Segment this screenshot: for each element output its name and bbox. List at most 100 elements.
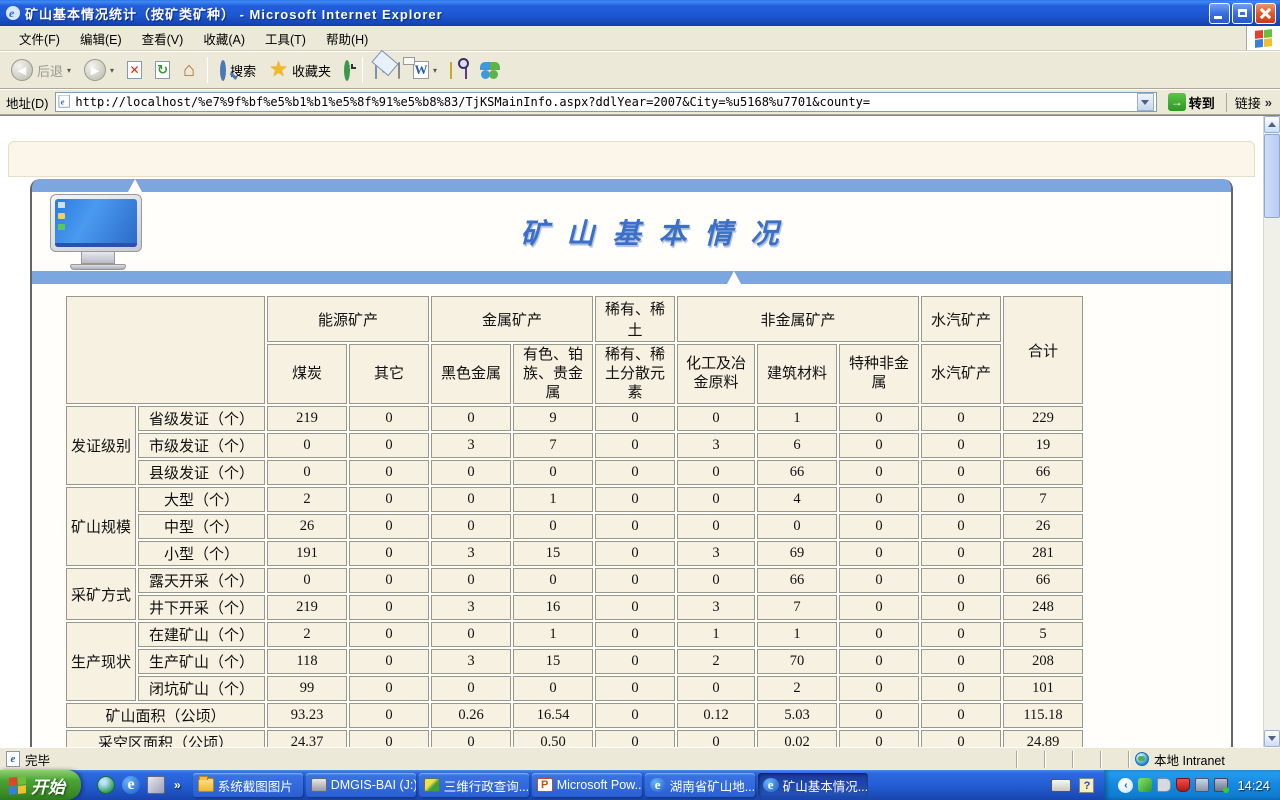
drive-icon — [311, 778, 327, 792]
refresh-button[interactable]: ↻ — [150, 54, 175, 86]
table-row-label: 市级发证（个） — [138, 433, 265, 458]
back-button[interactable]: ◀后退▾ — [6, 54, 76, 86]
history-button[interactable] — [339, 54, 355, 86]
table-cell: 115.18 — [1003, 703, 1083, 728]
table-group-header: 金属矿产 — [431, 296, 593, 342]
close-button[interactable] — [1255, 3, 1276, 24]
table-row-label: 县级发证（个） — [138, 460, 265, 485]
page-main-box: 矿山基本情况 能源矿产金属矿产稀有、稀土非金属矿产水汽矿产合计煤炭其它黑色金属有… — [30, 179, 1233, 747]
table-sub-header: 其它 — [349, 344, 429, 404]
msn-quicklaunch-icon[interactable] — [97, 776, 115, 794]
status-text: 完毕 — [25, 750, 50, 769]
research-button[interactable] — [460, 54, 472, 86]
address-input[interactable]: e http://localhost/%e7%9f%bf%e5%b1%b1%e5… — [55, 92, 1156, 112]
table-cell: 2 — [267, 487, 347, 512]
print-icon — [398, 63, 400, 78]
table-cell: 7 — [513, 433, 593, 458]
tray-display-icon[interactable] — [1195, 778, 1209, 792]
vertical-scrollbar[interactable] — [1263, 116, 1280, 747]
table-cell: 0 — [839, 514, 919, 539]
tray-network-icon[interactable] — [1214, 778, 1228, 792]
scroll-down-button[interactable] — [1264, 730, 1280, 747]
minimize-button[interactable] — [1209, 3, 1230, 24]
menu-item[interactable]: 编辑(E) — [71, 26, 131, 51]
table-cell: 0 — [349, 568, 429, 593]
tray-update-icon[interactable] — [1138, 778, 1152, 792]
go-label: 转到 — [1189, 93, 1215, 112]
table-cell: 0 — [595, 514, 675, 539]
menu-item[interactable]: 帮助(H) — [317, 26, 377, 51]
address-dropdown-button[interactable] — [1137, 93, 1154, 111]
ime-help-icon[interactable]: ? — [1079, 778, 1094, 793]
quick-launch: e » — [91, 770, 189, 800]
tray-collapse-icon[interactable]: ‹ — [1118, 778, 1133, 793]
print-button[interactable] — [393, 54, 405, 86]
table-cell: 0 — [921, 622, 1001, 647]
table-cell: 19 — [1003, 433, 1083, 458]
taskbar-button-label: 系统截图图片 — [218, 776, 293, 795]
table-cell: 0 — [513, 460, 593, 485]
table-cell: 0 — [921, 676, 1001, 701]
table-cell: 0 — [595, 649, 675, 674]
table-row-label: 井下开采（个） — [138, 595, 265, 620]
start-button[interactable]: 开始 — [0, 770, 81, 800]
system-tray: ‹ 14:24 — [1104, 770, 1280, 800]
forward-button[interactable]: ▶▾ — [79, 54, 119, 86]
menu-item[interactable]: 查看(V) — [133, 26, 193, 51]
taskbar-button[interactable]: PMicrosoft Pow... — [532, 773, 642, 797]
table-group-header: 水汽矿产 — [921, 296, 1001, 342]
favorites-button[interactable]: ★收藏夹 — [264, 54, 336, 86]
taskbar-button[interactable]: e矿山基本情况... — [758, 773, 868, 797]
note-button[interactable] — [445, 54, 457, 86]
mail-button[interactable]: ▾ — [370, 54, 390, 86]
scrollbar-thumb[interactable] — [1264, 134, 1280, 218]
table-cell: 0 — [921, 541, 1001, 566]
menu-item[interactable]: 收藏(A) — [194, 26, 254, 51]
taskbar-button[interactable]: 三维行政查询.... — [419, 773, 529, 797]
table-cell: 0 — [921, 703, 1001, 728]
table-cell: 208 — [1003, 649, 1083, 674]
table-sub-header: 建筑材料 — [757, 344, 837, 404]
favorites-icon: ★ — [269, 60, 288, 80]
menu-bar: 文件(F)编辑(E)查看(V)收藏(A)工具(T)帮助(H) — [0, 26, 1280, 51]
table-sub-header: 稀有、稀土分散元素 — [595, 344, 675, 404]
url-text: http://localhost/%e7%9f%bf%e5%b1%b1%e5%8… — [75, 95, 870, 109]
page-title: 矿山基本情况 — [146, 212, 1171, 252]
scroll-up-button[interactable] — [1264, 116, 1280, 133]
tray-volume-icon[interactable] — [1157, 778, 1171, 792]
blue-strip-middle — [32, 271, 1231, 284]
tray-security-shield-icon[interactable] — [1176, 778, 1190, 792]
table-cell: 0 — [349, 676, 429, 701]
table-cell: 0 — [513, 568, 593, 593]
table-cell: 0.50 — [513, 730, 593, 747]
ie-app-icon: e — [5, 5, 21, 21]
keyboard-icon[interactable] — [1051, 779, 1071, 792]
table-cell: 0 — [431, 460, 511, 485]
tray-clock: 14:24 — [1237, 778, 1270, 793]
powerpoint-icon: P — [537, 778, 553, 792]
restore-button[interactable] — [1232, 3, 1253, 24]
menu-item[interactable]: 文件(F) — [10, 26, 69, 51]
table-cell: 24.89 — [1003, 730, 1083, 747]
table-cell: 0 — [349, 541, 429, 566]
go-button[interactable]: → 转到 — [1162, 92, 1221, 113]
ie-quicklaunch-icon[interactable]: e — [122, 776, 140, 794]
links-toolbar[interactable]: 链接 » — [1226, 93, 1276, 112]
search-button[interactable]: 搜索 — [215, 54, 261, 86]
stop-button[interactable]: ✕ — [122, 54, 147, 86]
messenger-button[interactable] — [475, 54, 485, 86]
menu-item[interactable]: 工具(T) — [256, 26, 315, 51]
taskbar-button[interactable]: DMGIS-BAI (J:) — [306, 773, 416, 797]
intranet-globe-icon — [1135, 752, 1149, 766]
table-row-group-label: 矿山规模 — [66, 487, 136, 566]
table-cell: 0 — [677, 568, 755, 593]
quicklaunch-more-icon[interactable]: » — [174, 778, 181, 792]
taskbar-button[interactable]: 系统截图图片 — [193, 773, 303, 797]
task-buttons: 系统截图图片 DMGIS-BAI (J:)三维行政查询....PMicrosoft… — [189, 770, 1042, 800]
show-desktop-icon[interactable] — [147, 776, 165, 794]
table-cell: 1 — [513, 487, 593, 512]
taskbar-button[interactable]: e湖南省矿山地... — [645, 773, 755, 797]
home-button[interactable]: ⌂ — [178, 54, 200, 86]
ie-icon: e — [650, 778, 666, 792]
table-cell: 0 — [431, 487, 511, 512]
